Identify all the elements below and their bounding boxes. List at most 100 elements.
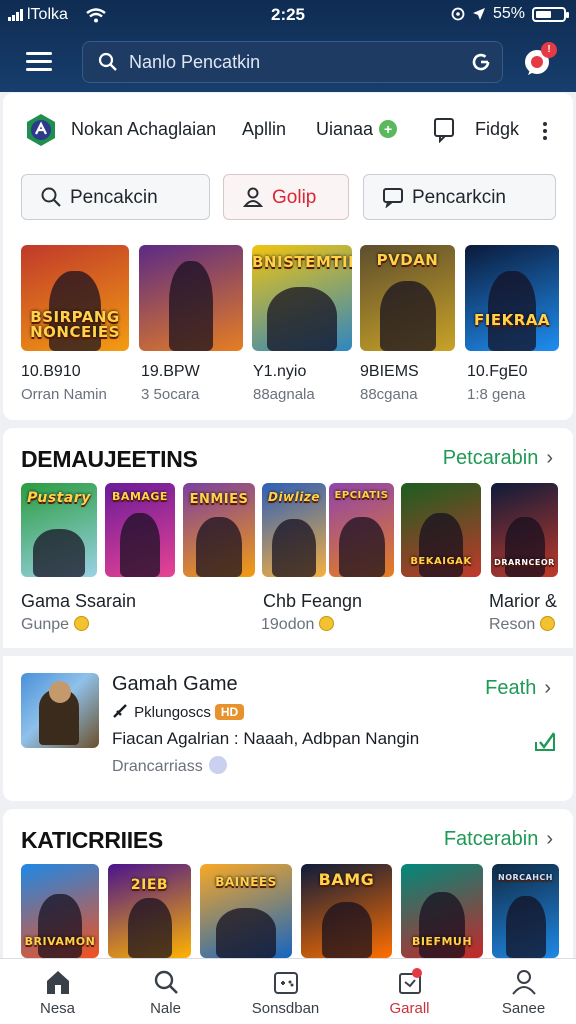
- chevron-right-icon: ›: [546, 447, 553, 469]
- top-games-card: Nokan Achaglaian Apllin Uianaa + Fidgk Pe…: [3, 93, 573, 420]
- featured-game-description: Fiacan Agalrian : Naaah, Adbpan Nangin: [112, 729, 420, 748]
- game-tile[interactable]: Pustary: [21, 483, 97, 577]
- game-tile[interactable]: ENMIES: [183, 483, 255, 577]
- game-subtitle: Orran Namin: [21, 386, 107, 403]
- search-bar[interactable]: [82, 41, 503, 83]
- game-tile[interactable]: [139, 245, 243, 351]
- pill-button-2[interactable]: Golip: [223, 174, 349, 220]
- pill-button-1-label: Pencakcin: [70, 187, 158, 208]
- tab-uianaa[interactable]: Uianaa +: [316, 119, 398, 140]
- nav-item-home[interactable]: Nesa: [0, 959, 115, 1024]
- search-icon: [154, 970, 178, 994]
- location-icon: [472, 8, 485, 20]
- game-title: 9BIEMS: [360, 363, 419, 380]
- game-tile-banner: 2IEB: [130, 877, 169, 893]
- featured-game-tag: Pklungoscs HD: [112, 703, 245, 721]
- nav-item-label: Garall: [389, 1000, 430, 1017]
- fidgk-link[interactable]: Fidgk: [475, 119, 519, 140]
- pill-button-3-label: Pencarkcin: [412, 187, 506, 208]
- game-tile-banner: BAINEES: [215, 875, 277, 889]
- featured-game-card[interactable]: Gamah Game Pklungoscs HD Fiacan Agalrian …: [3, 656, 573, 801]
- game-tile[interactable]: EPCIATIS: [329, 483, 394, 577]
- pill-button-2-label: Golip: [272, 187, 317, 208]
- game-tile[interactable]: PVDAN: [360, 245, 455, 351]
- game-tile[interactable]: FIEKRAA: [465, 245, 559, 351]
- bottom-navigation: Nesa Nale Sonsdban Garall Sanee: [0, 958, 576, 1024]
- user-icon: [512, 970, 536, 995]
- section-1-link-label: Petcarabin: [442, 447, 539, 469]
- sword-icon: [113, 704, 127, 718]
- nav-item-search[interactable]: Nale: [108, 959, 223, 1024]
- section-2-title: KATICRRIIES: [21, 827, 163, 853]
- nav-item-profile[interactable]: Sanee: [466, 959, 576, 1024]
- game-tile-banner: Diwlize: [267, 490, 320, 504]
- featured-link[interactable]: Feath ›: [485, 677, 551, 700]
- battery-percent: 55%: [492, 5, 525, 22]
- featured-link-label: Feath: [485, 677, 537, 699]
- game-tile-banner: NORCAHCH: [498, 873, 553, 882]
- game-tile-banner: BRIVAMON: [24, 935, 96, 949]
- game-tile[interactable]: BIEFMUH: [401, 864, 483, 958]
- plus-icon: +: [379, 120, 398, 138]
- hd-badge: HD: [214, 704, 245, 720]
- game-tile-banner: Pustary: [27, 490, 91, 506]
- notification-badge: !: [541, 42, 557, 58]
- game-tile[interactable]: NORCAHCH: [492, 864, 559, 958]
- featured-game-image: [21, 673, 99, 748]
- game-genre-label: Gunpe: [21, 616, 70, 633]
- section-1-card: DEMAUJEETINS Petcarabin › Pustary BAMAGE …: [3, 428, 573, 648]
- game-tile-banner: BSIRPANG NONCEIES: [30, 307, 120, 342]
- game-tile[interactable]: BSIRPANG NONCEIES: [21, 245, 129, 351]
- pill-button-3[interactable]: Pencarkcin: [363, 174, 556, 220]
- game-tile[interactable]: Diwlize: [262, 483, 326, 577]
- nav-item-label: Sanee: [501, 1000, 546, 1017]
- section-2-see-all-link[interactable]: Fatcerabin ›: [444, 828, 553, 851]
- game-tile-banner: ENMIES: [189, 492, 249, 507]
- game-name: Marior &: [489, 591, 558, 611]
- chevron-right-icon: ›: [546, 828, 553, 850]
- featured-game-developer-label: Drancarriass: [112, 758, 203, 775]
- hamburger-menu-icon[interactable]: [26, 52, 52, 72]
- gamepad-icon: [274, 972, 298, 994]
- document-icon[interactable]: [433, 117, 455, 143]
- game-tile[interactable]: BRIVAMON: [21, 864, 99, 958]
- notifications-button[interactable]: !: [522, 42, 557, 77]
- game-title: 10.FgE0: [467, 363, 528, 380]
- nav-item-games[interactable]: Sonsdban: [228, 959, 343, 1024]
- game-tile[interactable]: BAMAGE: [105, 483, 175, 577]
- nav-item-label: Sonsdban: [251, 1000, 320, 1017]
- game-title: Y1.nyio: [253, 363, 307, 380]
- game-subtitle: 3 5ocara: [141, 386, 200, 403]
- game-genre: 19odon: [261, 616, 335, 634]
- nav-item-label: Nesa: [39, 1000, 76, 1017]
- tab-apllin[interactable]: Apllin: [242, 119, 286, 140]
- chevron-right-icon: ›: [544, 677, 551, 699]
- more-options-icon[interactable]: [541, 122, 549, 142]
- status-bar: lTolka 2:25 55%: [0, 0, 576, 30]
- checkmark-icon[interactable]: [534, 730, 556, 752]
- game-tile-banner: BIEFMUH: [411, 935, 473, 949]
- coin-icon: [540, 616, 556, 631]
- verified-icon: [208, 756, 227, 774]
- game-tile[interactable]: BAMG: [301, 864, 392, 958]
- google-assistant-icon[interactable]: [470, 51, 492, 73]
- game-tile[interactable]: BAINEES: [200, 864, 292, 958]
- game-tile[interactable]: BEKAIGAK: [401, 483, 481, 577]
- search-input[interactable]: [129, 42, 459, 82]
- game-name: Gama Ssarain: [21, 591, 137, 611]
- game-tile[interactable]: 2IEB: [108, 864, 191, 958]
- section-1-title: DEMAUJEETINS: [21, 446, 198, 472]
- game-tile[interactable]: DRARNCEOR: [491, 483, 558, 577]
- game-tile-banner: DRARNCEOR: [494, 557, 555, 567]
- tab-uianaa-label: Uianaa: [316, 119, 374, 139]
- user-icon: [242, 187, 264, 207]
- search-icon: [41, 187, 61, 207]
- game-title: 19.BPW: [141, 363, 200, 380]
- featured-game-tag-label: Pklungoscs: [134, 704, 211, 721]
- nav-item-gallery[interactable]: Garall: [352, 959, 467, 1024]
- game-subtitle: 88cgana: [360, 386, 418, 403]
- game-tile[interactable]: BNISTEMTIHY: [252, 245, 352, 351]
- pill-button-1[interactable]: Pencakcin: [21, 174, 210, 220]
- game-subtitle: 1:8 gena: [467, 386, 526, 403]
- section-1-see-all-link[interactable]: Petcarabin ›: [443, 447, 553, 470]
